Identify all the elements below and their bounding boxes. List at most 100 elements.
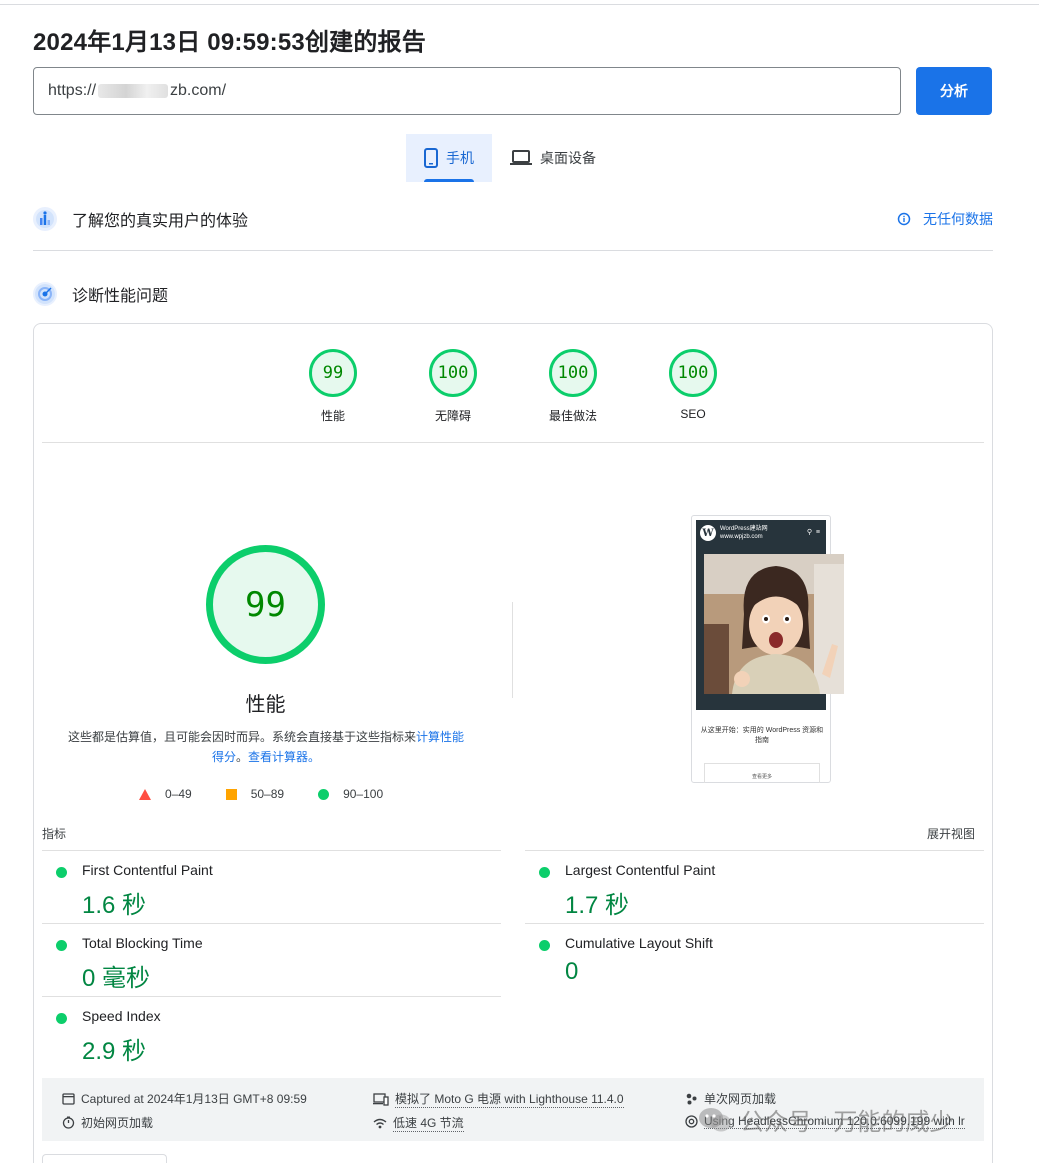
no-data-link[interactable]: 无任何数据 <box>897 209 993 229</box>
watermark: 公众号 · 万能的威少 <box>698 1102 953 1137</box>
gauge-label: SEO <box>680 407 706 421</box>
crux-section: 了解您的真实用户的体验 无任何数据 <box>33 207 993 231</box>
metric-name: Cumulative Layout Shift <box>565 935 713 951</box>
screenshot-more-button: 查看更多 <box>704 763 820 783</box>
device-tabs: 手机 桌面设备 <box>406 134 614 182</box>
report-card: 99 性能 100 无障碍 100 最佳做法 100 SEO 99 性能 这些都… <box>33 323 993 1163</box>
wifi-icon <box>373 1118 387 1128</box>
metric-fcp: First Contentful Paint 1.6 秒 <box>42 851 501 923</box>
metric-name: Speed Index <box>82 1008 161 1024</box>
metric-value: 0 毫秒 <box>82 965 151 992</box>
top-border <box>0 4 1039 5</box>
initial-load-text: 初始网页加载 <box>81 1116 154 1130</box>
tab-desktop-label: 桌面设备 <box>540 150 596 166</box>
metric-speed-index: Speed Index 2.9 秒 <box>42 997 501 1069</box>
diagnose-icon <box>33 282 57 306</box>
screenshot-menu-icons: ⚲ ≡ <box>806 529 820 536</box>
metric-value: 1.6 秒 <box>82 892 147 919</box>
phone-icon <box>424 148 438 168</box>
vertical-separator <box>512 602 513 698</box>
url-prefix: https:// <box>48 82 97 99</box>
metric-value: 0 <box>565 958 579 985</box>
gauges-divider <box>42 442 984 443</box>
info-icon <box>897 212 911 226</box>
url-redacted <box>98 84 169 98</box>
emulation-text: 模拟了 Moto G 电源 with Lighthouse 11.4.0 <box>395 1092 624 1108</box>
metric-name: Largest Contentful Paint <box>565 862 716 878</box>
screenshot-tagline: 从这里开始：实用的 WordPress 资源和指南 <box>700 727 824 744</box>
emulation-info[interactable]: 模拟了 Moto G 电源 with Lighthouse 11.4.0 <box>373 1090 624 1108</box>
screenshot-header: W WordPress建站网 www.wpjzb.com ⚲ ≡ <box>696 520 826 550</box>
captured-text: Captured at 2024年1月13日 GMT+8 09:59 <box>81 1092 307 1106</box>
tab-desktop[interactable]: 桌面设备 <box>492 134 614 182</box>
throttling-text: 低速 4G 节流 <box>393 1116 464 1132</box>
legend-pass: 90–100 <box>318 787 383 801</box>
people-icon <box>686 1093 697 1105</box>
desc-text: 这些都是估算值，且可能会因时而异。系统会直接基于这些指标来 <box>67 730 416 744</box>
gauge-score: 100 <box>429 349 477 397</box>
url-input[interactable]: https:// zb.com/ <box>33 67 901 115</box>
chrome-icon <box>685 1115 698 1128</box>
timer-icon <box>62 1116 75 1129</box>
diagnose-label: 诊断性能问题 <box>72 288 169 305</box>
pass-circle-icon <box>539 867 550 878</box>
metrics-title: 指标 <box>42 827 67 841</box>
users-chart-icon <box>33 207 57 231</box>
view-calculator-link[interactable]: 查看计算器。 <box>248 750 320 764</box>
screenshot-site: WordPress建站网 www.wpjzb.com <box>720 525 768 541</box>
metric-value: 2.9 秒 <box>82 1038 147 1065</box>
no-data-label: 无任何数据 <box>923 211 993 227</box>
pass-circle-icon <box>539 940 550 951</box>
pass-circle-icon <box>56 940 67 951</box>
square-icon <box>225 788 237 800</box>
pass-circle-icon <box>56 1013 67 1024</box>
performance-title: 性能 <box>245 694 286 716</box>
metric-name: First Contentful Paint <box>82 862 213 878</box>
legend-average: 50–89 <box>225 787 284 801</box>
performance-score-gauge: 99 <box>206 545 325 664</box>
crux-label: 了解您的真实用户的体验 <box>72 213 249 230</box>
laptop-icon <box>510 150 532 165</box>
legend-fail-label: 0–49 <box>165 787 192 801</box>
url-suffix: zb.com/ <box>170 82 227 99</box>
partial-button[interactable] <box>42 1154 167 1163</box>
tab-mobile[interactable]: 手机 <box>406 134 492 182</box>
calendar-icon <box>62 1093 75 1105</box>
metric-cls: Cumulative Layout Shift 0 <box>525 924 984 996</box>
score-legend: 0–49 50–89 90–100 <box>139 787 417 801</box>
captured-info: Captured at 2024年1月13日 GMT+8 09:59 <box>62 1090 307 1107</box>
metric-lcp: Largest Contentful Paint 1.7 秒 <box>525 851 984 923</box>
gauge-performance[interactable]: 99 性能 <box>309 349 357 424</box>
gauge-label: 最佳做法 <box>549 409 598 423</box>
gauge-best-practices[interactable]: 100 最佳做法 <box>549 349 597 424</box>
gauge-seo[interactable]: 100 SEO <box>669 349 717 424</box>
pass-circle-icon <box>56 867 67 878</box>
triangle-icon <box>139 788 151 800</box>
category-gauges: 99 性能 100 无障碍 100 最佳做法 100 SEO <box>309 349 717 424</box>
tab-mobile-label: 手机 <box>446 150 474 166</box>
final-screenshot[interactable]: W WordPress建站网 www.wpjzb.com ⚲ ≡ 从这里开始：实… <box>691 515 844 783</box>
diagnose-section: 诊断性能问题 <box>33 282 993 306</box>
report-title: 2024年1月13日 09:59:53创建的报告 <box>33 29 426 56</box>
screenshot-site-url: www.wpjzb.com <box>720 534 763 540</box>
metric-name: Total Blocking Time <box>82 935 203 951</box>
initial-load-info: 初始网页加载 <box>62 1114 153 1131</box>
devices-icon <box>373 1092 389 1106</box>
metric-tbt: Total Blocking Time 0 毫秒 <box>42 924 501 996</box>
performance-description: 这些都是估算值，且可能会因时而异。系统会直接基于这些指标来计算性能得分。查看计算… <box>62 727 470 767</box>
gauge-accessibility[interactable]: 100 无障碍 <box>429 349 477 424</box>
gauge-score: 100 <box>669 349 717 397</box>
legend-pass-label: 90–100 <box>343 787 384 801</box>
legend-fail: 0–49 <box>139 787 192 801</box>
section-divider <box>33 250 993 251</box>
analyze-button[interactable]: 分析 <box>916 67 992 115</box>
screenshot-site-name: WordPress建站网 <box>720 526 768 532</box>
expand-view-toggle[interactable]: 展开视图 <box>927 825 975 842</box>
throttling-info[interactable]: 低速 4G 节流 <box>373 1114 464 1132</box>
watermark-text: 公众号 · 万能的威少 <box>740 1109 954 1136</box>
gauge-score: 99 <box>309 349 357 397</box>
metric-value: 1.7 秒 <box>565 892 630 919</box>
desc-sep: 。 <box>235 750 248 764</box>
circle-icon <box>318 788 330 800</box>
gauge-label: 性能 <box>320 409 345 423</box>
